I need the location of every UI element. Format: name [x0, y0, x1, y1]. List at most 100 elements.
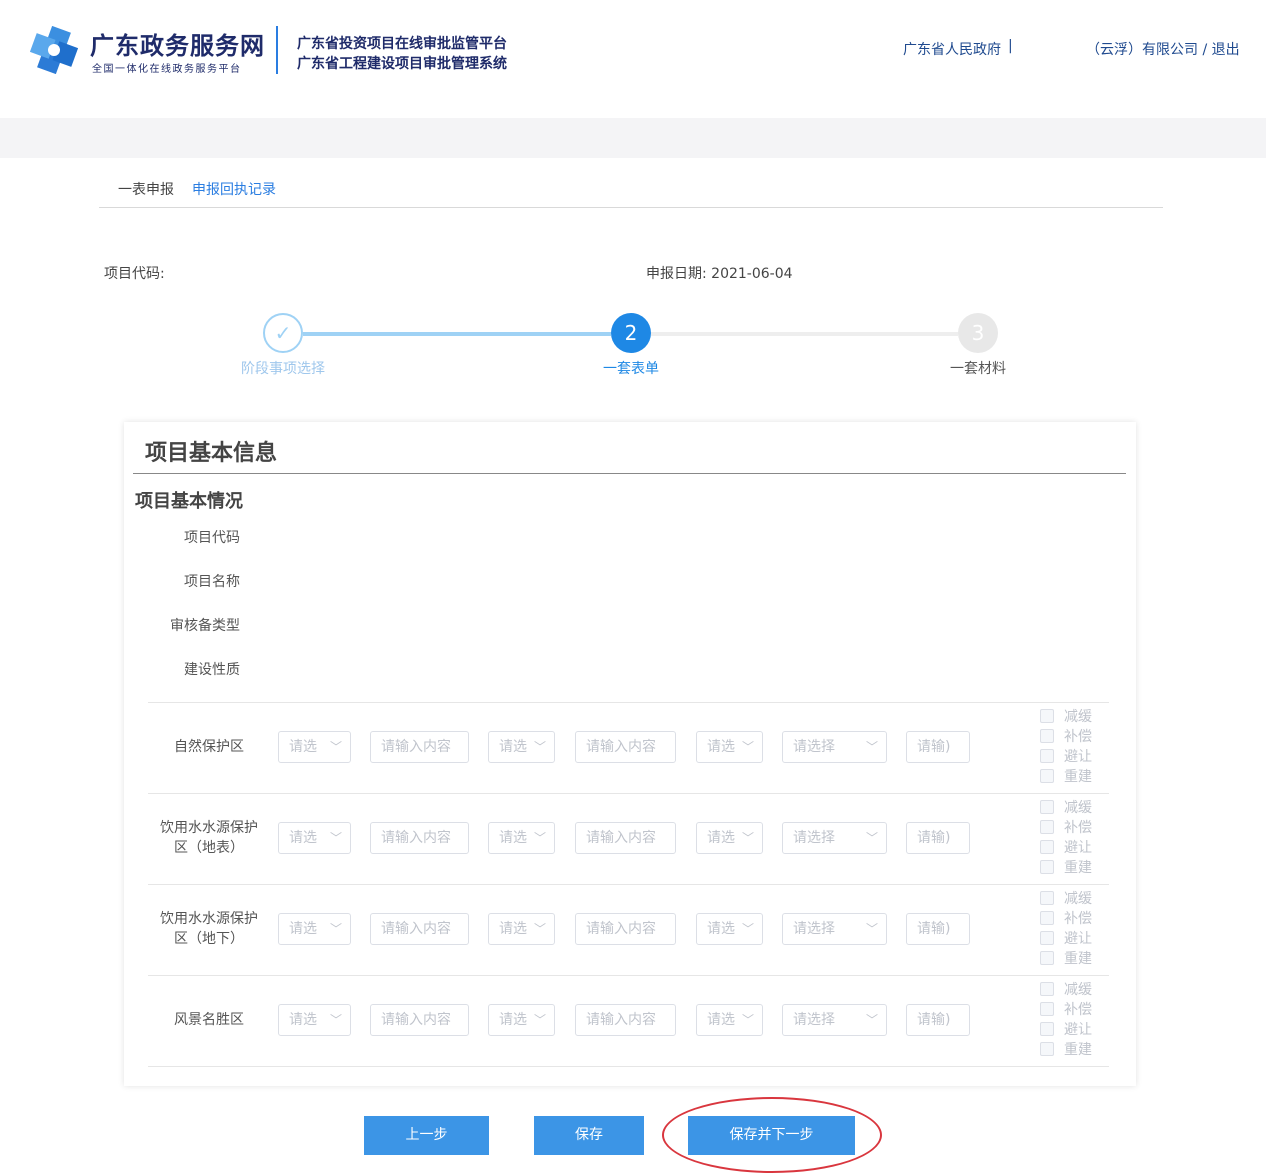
- select-4[interactable]: 请选择 ﹀: [782, 913, 887, 945]
- field-label-review-type: 审核备类型: [170, 618, 240, 634]
- checkbox-box[interactable]: [1040, 891, 1054, 905]
- select-1[interactable]: 请选 ﹀: [278, 913, 351, 945]
- user-logout-link[interactable]: （云浮）有限公司 / 退出: [1086, 39, 1240, 59]
- logo-title: 广东政务服务网: [90, 32, 265, 60]
- step-2-label: 一套表单: [603, 361, 659, 377]
- project-code-label: 项目代码:: [104, 266, 165, 282]
- chevron-down-icon: ﹀: [741, 1013, 754, 1027]
- text-input-1[interactable]: 请输入内容: [370, 822, 469, 854]
- select-2[interactable]: 请选 ﹀: [488, 731, 555, 763]
- chevron-down-icon: ﹀: [741, 740, 754, 754]
- checkbox-box[interactable]: [1040, 860, 1054, 874]
- checkbox-rebuild[interactable]: 重建: [1040, 1040, 1092, 1060]
- step-connector-pending: [651, 332, 958, 336]
- text-input-1[interactable]: 请输入内容: [370, 731, 469, 763]
- form-title: 项目基本信息: [145, 441, 278, 466]
- checkbox-avoid[interactable]: 避让: [1040, 1020, 1092, 1040]
- chevron-down-icon: ﹀: [865, 922, 878, 936]
- text-input-2[interactable]: 请输入内容: [575, 913, 676, 945]
- text-input-3[interactable]: 请输): [906, 822, 970, 854]
- checkbox-box[interactable]: [1040, 749, 1054, 763]
- checkbox-compensate[interactable]: 补偿: [1040, 818, 1092, 838]
- select-3[interactable]: 请选 ﹀: [696, 822, 763, 854]
- checkbox-box[interactable]: [1040, 709, 1054, 723]
- chevron-down-icon: ﹀: [329, 922, 342, 936]
- checkbox-mitigate[interactable]: 减缓: [1040, 798, 1092, 818]
- pinwheel-logo-icon: [30, 26, 78, 74]
- checkbox-mitigate[interactable]: 减缓: [1040, 707, 1092, 727]
- checkbox-box[interactable]: [1040, 951, 1054, 965]
- checkbox-box[interactable]: [1040, 1042, 1054, 1056]
- apply-date: 申报日期: 2021-06-04: [646, 266, 793, 282]
- select-4[interactable]: 请选择 ﹀: [782, 1004, 887, 1036]
- save-button[interactable]: 保存: [534, 1116, 644, 1155]
- chevron-down-icon: ﹀: [865, 831, 878, 845]
- checkbox-rebuild[interactable]: 重建: [1040, 858, 1092, 878]
- select-1[interactable]: 请选 ﹀: [278, 1004, 351, 1036]
- field-label-project-code: 项目代码: [184, 530, 240, 546]
- text-input-2[interactable]: 请输入内容: [575, 731, 676, 763]
- text-input-1[interactable]: 请输入内容: [370, 1004, 469, 1036]
- field-label-construction-nature: 建设性质: [184, 662, 240, 678]
- chevron-down-icon: ﹀: [741, 831, 754, 845]
- checkbox-box[interactable]: [1040, 729, 1054, 743]
- chevron-down-icon: ﹀: [741, 922, 754, 936]
- chevron-down-icon: ﹀: [865, 740, 878, 754]
- checkbox-rebuild[interactable]: 重建: [1040, 949, 1092, 969]
- checkbox-box[interactable]: [1040, 840, 1054, 854]
- checkbox-box[interactable]: [1040, 911, 1054, 925]
- checkbox-mitigate[interactable]: 减缓: [1040, 980, 1092, 1000]
- checkbox-box[interactable]: [1040, 1022, 1054, 1036]
- checkbox-compensate[interactable]: 补偿: [1040, 1000, 1092, 1020]
- checkbox-avoid[interactable]: 避让: [1040, 929, 1092, 949]
- checkbox-box[interactable]: [1040, 982, 1054, 996]
- row-label-nature-reserve: 自然保护区: [174, 739, 244, 755]
- checkbox-box[interactable]: [1040, 769, 1054, 783]
- checkbox-compensate[interactable]: 补偿: [1040, 909, 1092, 929]
- checkbox-rebuild[interactable]: 重建: [1040, 767, 1092, 787]
- header-band: [0, 118, 1266, 158]
- row-divider: [148, 884, 1109, 885]
- header-separator: |: [1008, 38, 1013, 54]
- checkbox-avoid[interactable]: 避让: [1040, 838, 1092, 858]
- checkbox-mitigate[interactable]: 减缓: [1040, 889, 1092, 909]
- text-input-1[interactable]: 请输入内容: [370, 913, 469, 945]
- form-title-divider: [133, 473, 1126, 474]
- checkbox-avoid[interactable]: 避让: [1040, 747, 1092, 767]
- select-1[interactable]: 请选 ﹀: [278, 731, 351, 763]
- select-4[interactable]: 请选择 ﹀: [782, 731, 887, 763]
- text-input-3[interactable]: 请输): [906, 731, 970, 763]
- text-input-3[interactable]: 请输): [906, 1004, 970, 1036]
- gov-link[interactable]: 广东省人民政府: [903, 39, 1001, 59]
- save-and-next-button[interactable]: 保存并下一步: [688, 1116, 855, 1155]
- select-4[interactable]: 请选择 ﹀: [782, 822, 887, 854]
- checkbox-box[interactable]: [1040, 800, 1054, 814]
- select-3[interactable]: 请选 ﹀: [696, 1004, 763, 1036]
- select-2[interactable]: 请选 ﹀: [488, 913, 555, 945]
- checkbox-box[interactable]: [1040, 1002, 1054, 1016]
- checkbox-box[interactable]: [1040, 820, 1054, 834]
- platform-name-1: 广东省投资项目在线审批监管平台: [297, 36, 507, 52]
- text-input-3[interactable]: 请输): [906, 913, 970, 945]
- tab-receipt-records[interactable]: 申报回执记录: [192, 179, 276, 199]
- select-2[interactable]: 请选 ﹀: [488, 1004, 555, 1036]
- select-2[interactable]: 请选 ﹀: [488, 822, 555, 854]
- chevron-down-icon: ﹀: [329, 831, 342, 845]
- checkbox-box[interactable]: [1040, 931, 1054, 945]
- select-3[interactable]: 请选 ﹀: [696, 731, 763, 763]
- prev-step-button[interactable]: 上一步: [364, 1116, 489, 1155]
- row-label-scenic-area: 风景名胜区: [174, 1012, 244, 1028]
- checkbox-compensate[interactable]: 补偿: [1040, 727, 1092, 747]
- text-input-2[interactable]: 请输入内容: [575, 822, 676, 854]
- text-input-2[interactable]: 请输入内容: [575, 1004, 676, 1036]
- tab-divider: [99, 207, 1163, 208]
- tab-form-apply[interactable]: 一表申报: [118, 179, 174, 199]
- header-divider: [276, 26, 278, 74]
- chevron-down-icon: ﹀: [533, 922, 546, 936]
- row-label-water-source-surface: 饮用水水源保护区（地表）: [160, 820, 258, 856]
- select-3[interactable]: 请选 ﹀: [696, 913, 763, 945]
- step-1-label: 阶段事项选择: [241, 361, 325, 377]
- row-divider: [148, 975, 1109, 976]
- field-label-project-name: 项目名称: [184, 574, 240, 590]
- select-1[interactable]: 请选 ﹀: [278, 822, 351, 854]
